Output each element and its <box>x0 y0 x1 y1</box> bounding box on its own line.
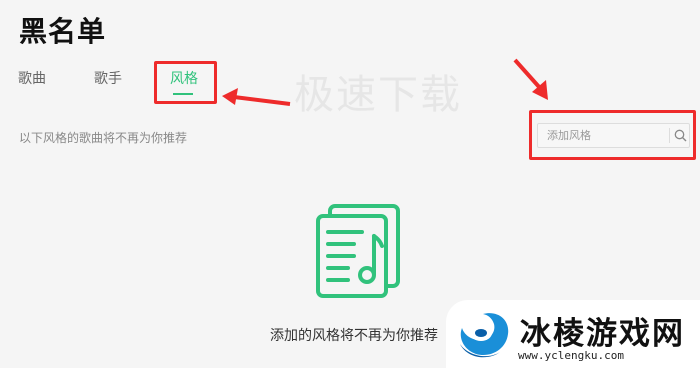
search-icon[interactable] <box>674 129 687 142</box>
tab-singers[interactable]: 歌手 <box>94 68 122 88</box>
page-title: 黑名单 <box>19 15 107 48</box>
empty-state-text: 添加的风格将不再为你推荐 <box>270 328 438 344</box>
music-sheet-icon <box>316 204 400 298</box>
site-name: 冰棱游戏网 <box>520 316 685 352</box>
search-divider <box>669 128 670 143</box>
search-input[interactable] <box>538 124 668 147</box>
annotation-box-tab <box>154 61 217 104</box>
site-logo <box>460 313 509 358</box>
search-box <box>537 123 690 148</box>
site-url: www.yclengku.com <box>518 349 624 362</box>
annotation-arrow-tab <box>222 88 291 106</box>
watermark-text: 极速下载 <box>294 72 462 118</box>
annotation-arrow-search <box>513 58 548 100</box>
tab-songs[interactable]: 歌曲 <box>18 68 46 88</box>
hint-text: 以下风格的歌曲将不再为你推荐 <box>19 131 188 145</box>
site-badge: 冰棱游戏网 www.yclengku.com <box>446 300 700 368</box>
